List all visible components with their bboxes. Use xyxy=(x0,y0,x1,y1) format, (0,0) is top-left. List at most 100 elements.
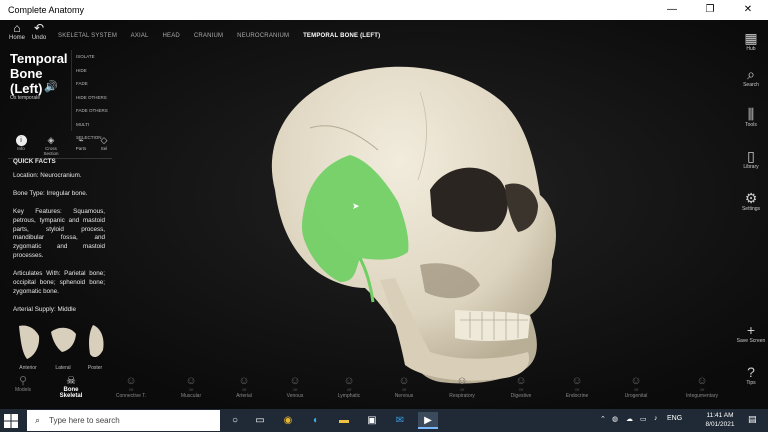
fact-key-features: Key Features: Squamous, petrous, tympani… xyxy=(13,207,105,260)
system-label: Nervous xyxy=(394,392,414,399)
notification-icon[interactable]: ▤ xyxy=(748,414,757,425)
chrome-icon[interactable]: ◉ xyxy=(278,412,298,429)
close-button[interactable]: ✕ xyxy=(729,0,767,20)
tab-cross-section[interactable]: ◈ Cross Section xyxy=(38,135,64,156)
quick-facts: QUICK FACTS Location: Neurocranium. Bone… xyxy=(13,158,105,320)
taskbar-search-box[interactable]: ⌕ Type here to search xyxy=(27,410,220,431)
view-thumb-posterior[interactable]: Poster xyxy=(83,322,107,371)
tools-icon: ⫼ xyxy=(747,106,755,122)
latin-name: Os temporale xyxy=(10,95,41,101)
system-label: Respiratory xyxy=(449,392,475,399)
anterior-view-image xyxy=(19,325,40,359)
windows-start-icon[interactable] xyxy=(4,414,18,428)
info-icon: i xyxy=(15,135,27,146)
search-icon: ⌕ xyxy=(747,66,755,82)
hide-others-button[interactable]: HIDE OTHERS xyxy=(72,91,111,105)
select-icon: ◇ xyxy=(100,135,108,145)
tab-info[interactable]: i Info xyxy=(8,135,34,151)
tips-button[interactable]: ? Tips xyxy=(736,364,766,386)
network-icon[interactable]: ▭ xyxy=(640,415,647,423)
panel-tabs: i Info ◈ Cross Section ⌁ Parts ◇ Sel xyxy=(8,135,112,159)
taskbar-clock[interactable]: 11:41 AM 8/01/2021 xyxy=(698,411,742,429)
home-button[interactable]: ⌂ Home xyxy=(6,21,28,42)
multi-selection-button[interactable]: MULTI SELECTION xyxy=(72,118,111,140)
volume-icon[interactable]: ♪ xyxy=(654,415,658,422)
breadcrumb-item[interactable]: SKELETAL SYSTEM xyxy=(58,33,117,39)
view-label: Anterior xyxy=(19,365,37,371)
fade-button[interactable]: FADE xyxy=(72,77,111,91)
save-screen-button[interactable]: + Save Screen xyxy=(736,322,766,344)
cross-section-icon: ◈ xyxy=(47,135,55,145)
system-respiratory[interactable]: ☺ Off Respiratory xyxy=(434,375,490,399)
lateral-view-image xyxy=(51,327,76,352)
tab-parts[interactable]: ⌁ Parts xyxy=(68,135,94,151)
cortana-icon[interactable]: ○ xyxy=(225,412,245,429)
save-screen-label: Save Screen xyxy=(736,338,766,344)
view-thumb-lateral[interactable]: Lateral xyxy=(48,322,78,371)
mail-icon[interactable]: ✉ xyxy=(390,412,410,429)
library-label: Library xyxy=(743,164,759,170)
home-icon: ⌂ xyxy=(13,21,21,35)
tray-chevron-icon[interactable]: ⌃ xyxy=(600,415,606,423)
system-lymphatic[interactable]: ☺ Off Lymphatic xyxy=(321,375,377,399)
3d-viewport[interactable] xyxy=(0,20,768,409)
figure-icon: ☺ xyxy=(398,375,410,387)
tray-language[interactable]: ENG xyxy=(667,415,682,422)
system-digestive[interactable]: ☺ Off Digestive xyxy=(493,375,549,399)
system-label: Urogenital xyxy=(624,392,648,399)
pronunciation-speaker-icon[interactable]: 🔊 xyxy=(44,80,58,93)
complete-anatomy-app-icon[interactable]: ▶ xyxy=(418,412,438,429)
fact-articulates: Articulates With: Parietal bone; occipit… xyxy=(13,270,105,295)
breadcrumb-item[interactable]: NEUROCRANIUM xyxy=(237,33,289,39)
view-label: Poster xyxy=(87,365,103,371)
breadcrumb-current[interactable]: TEMPORAL BONE (LEFT) xyxy=(303,33,380,39)
maximize-button[interactable]: ❐ xyxy=(691,0,729,20)
parts-icon: ⌁ xyxy=(78,135,84,145)
settings-label: Settings xyxy=(741,206,761,212)
system-urogenital[interactable]: ☺ Off Urogenital xyxy=(608,375,664,399)
figure-icon: ☺ xyxy=(343,375,355,387)
figure-icon: ☺ xyxy=(456,375,468,387)
system-endocrine[interactable]: ☺ Off Endocrine xyxy=(549,375,605,399)
fade-others-button[interactable]: FADE OTHERS xyxy=(72,104,111,118)
view-thumb-anterior[interactable]: Anterior xyxy=(13,322,43,371)
undo-label: Undo xyxy=(31,35,47,41)
system-arterial[interactable]: ☺ Off Arterial xyxy=(216,375,272,399)
isolate-button[interactable]: ISOLATE xyxy=(72,50,111,64)
settings-button[interactable]: ⚙ Settings xyxy=(736,190,766,212)
system-label: Venous xyxy=(286,392,304,399)
view-label: Lateral xyxy=(55,365,71,371)
file-explorer-icon[interactable]: ▬ xyxy=(334,412,354,429)
breadcrumb: SKELETAL SYSTEM AXIAL HEAD CRANIUM NEURO… xyxy=(58,33,392,39)
tools-label: Tools xyxy=(745,122,757,128)
system-venous[interactable]: ☺ Off Venous xyxy=(267,375,323,399)
system-integumentary[interactable]: ☺ Off Integumentary xyxy=(674,375,730,399)
title-line: Bone xyxy=(10,66,43,81)
figure-icon: ☺ xyxy=(515,375,527,387)
minimize-button[interactable]: — xyxy=(653,0,691,20)
action-menu: ISOLATE HIDE FADE HIDE OTHERS FADE OTHER… xyxy=(71,50,111,140)
tab-select[interactable]: ◇ Sel xyxy=(96,135,112,151)
store-icon[interactable]: ▣ xyxy=(362,412,382,429)
system-nervous[interactable]: ☺ Off Nervous xyxy=(376,375,432,399)
tray-app-icon[interactable]: ◍ xyxy=(612,415,618,423)
cloud-icon[interactable]: ☁ xyxy=(626,415,633,423)
edge-icon[interactable]: ◐ xyxy=(306,412,326,429)
system-connective-tissue[interactable]: ☺ Off Connective T. xyxy=(103,375,159,399)
task-view-icon[interactable]: ▭ xyxy=(250,412,270,429)
search-button[interactable]: ⌕ Search xyxy=(736,66,766,88)
clock-time: 11:41 AM xyxy=(706,412,734,419)
system-muscular[interactable]: ☺ Off Muscular xyxy=(163,375,219,399)
hub-button[interactable]: ▦ Hub xyxy=(736,30,766,52)
breadcrumb-item[interactable]: HEAD xyxy=(162,33,179,39)
breadcrumb-item[interactable]: CRANIUM xyxy=(194,33,223,39)
undo-button[interactable]: ↶ Undo xyxy=(28,22,50,42)
hide-button[interactable]: HIDE xyxy=(72,64,111,78)
breadcrumb-item[interactable]: AXIAL xyxy=(131,33,149,39)
system-skeletal[interactable]: ☠ Bone Skeletal xyxy=(43,375,99,399)
system-label: Endocrine xyxy=(565,392,589,399)
tab-label: Parts xyxy=(75,146,87,151)
tools-button[interactable]: ⫼ Tools xyxy=(736,106,766,128)
system-label: Lymphatic xyxy=(337,392,361,399)
library-button[interactable]: ▯ Library xyxy=(736,148,766,170)
